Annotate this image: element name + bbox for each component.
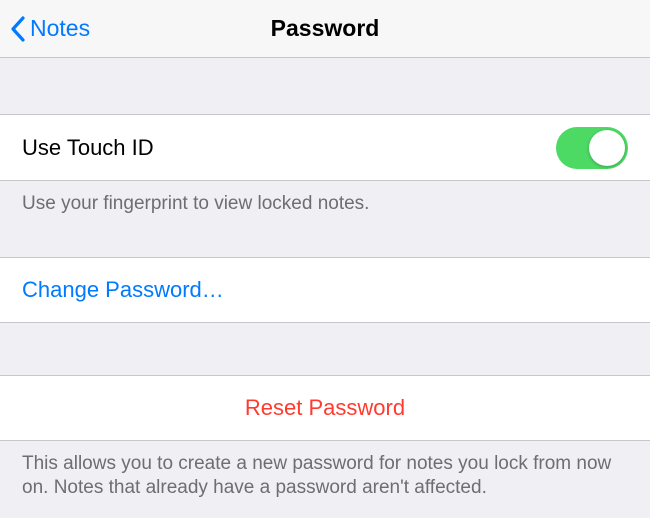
back-button[interactable]: Notes	[0, 15, 90, 43]
back-button-label: Notes	[30, 15, 90, 42]
change-password-label: Change Password…	[22, 277, 224, 303]
touch-id-footer: Use your fingerprint to view locked note…	[0, 181, 650, 228]
page-title: Password	[271, 15, 380, 42]
change-password-button[interactable]: Change Password…	[0, 257, 650, 323]
use-touch-id-toggle[interactable]	[556, 127, 628, 169]
spacer	[0, 228, 650, 257]
reset-footer: This allows you to create a new password…	[0, 441, 650, 512]
reset-password-button[interactable]: Reset Password	[0, 375, 650, 441]
toggle-knob	[589, 130, 625, 166]
use-touch-id-cell: Use Touch ID	[0, 115, 650, 181]
use-touch-id-label: Use Touch ID	[22, 135, 154, 161]
spacer	[0, 323, 650, 375]
spacer	[0, 58, 650, 115]
reset-password-label: Reset Password	[245, 395, 405, 421]
chevron-left-icon	[10, 15, 26, 43]
navbar: Notes Password	[0, 0, 650, 58]
